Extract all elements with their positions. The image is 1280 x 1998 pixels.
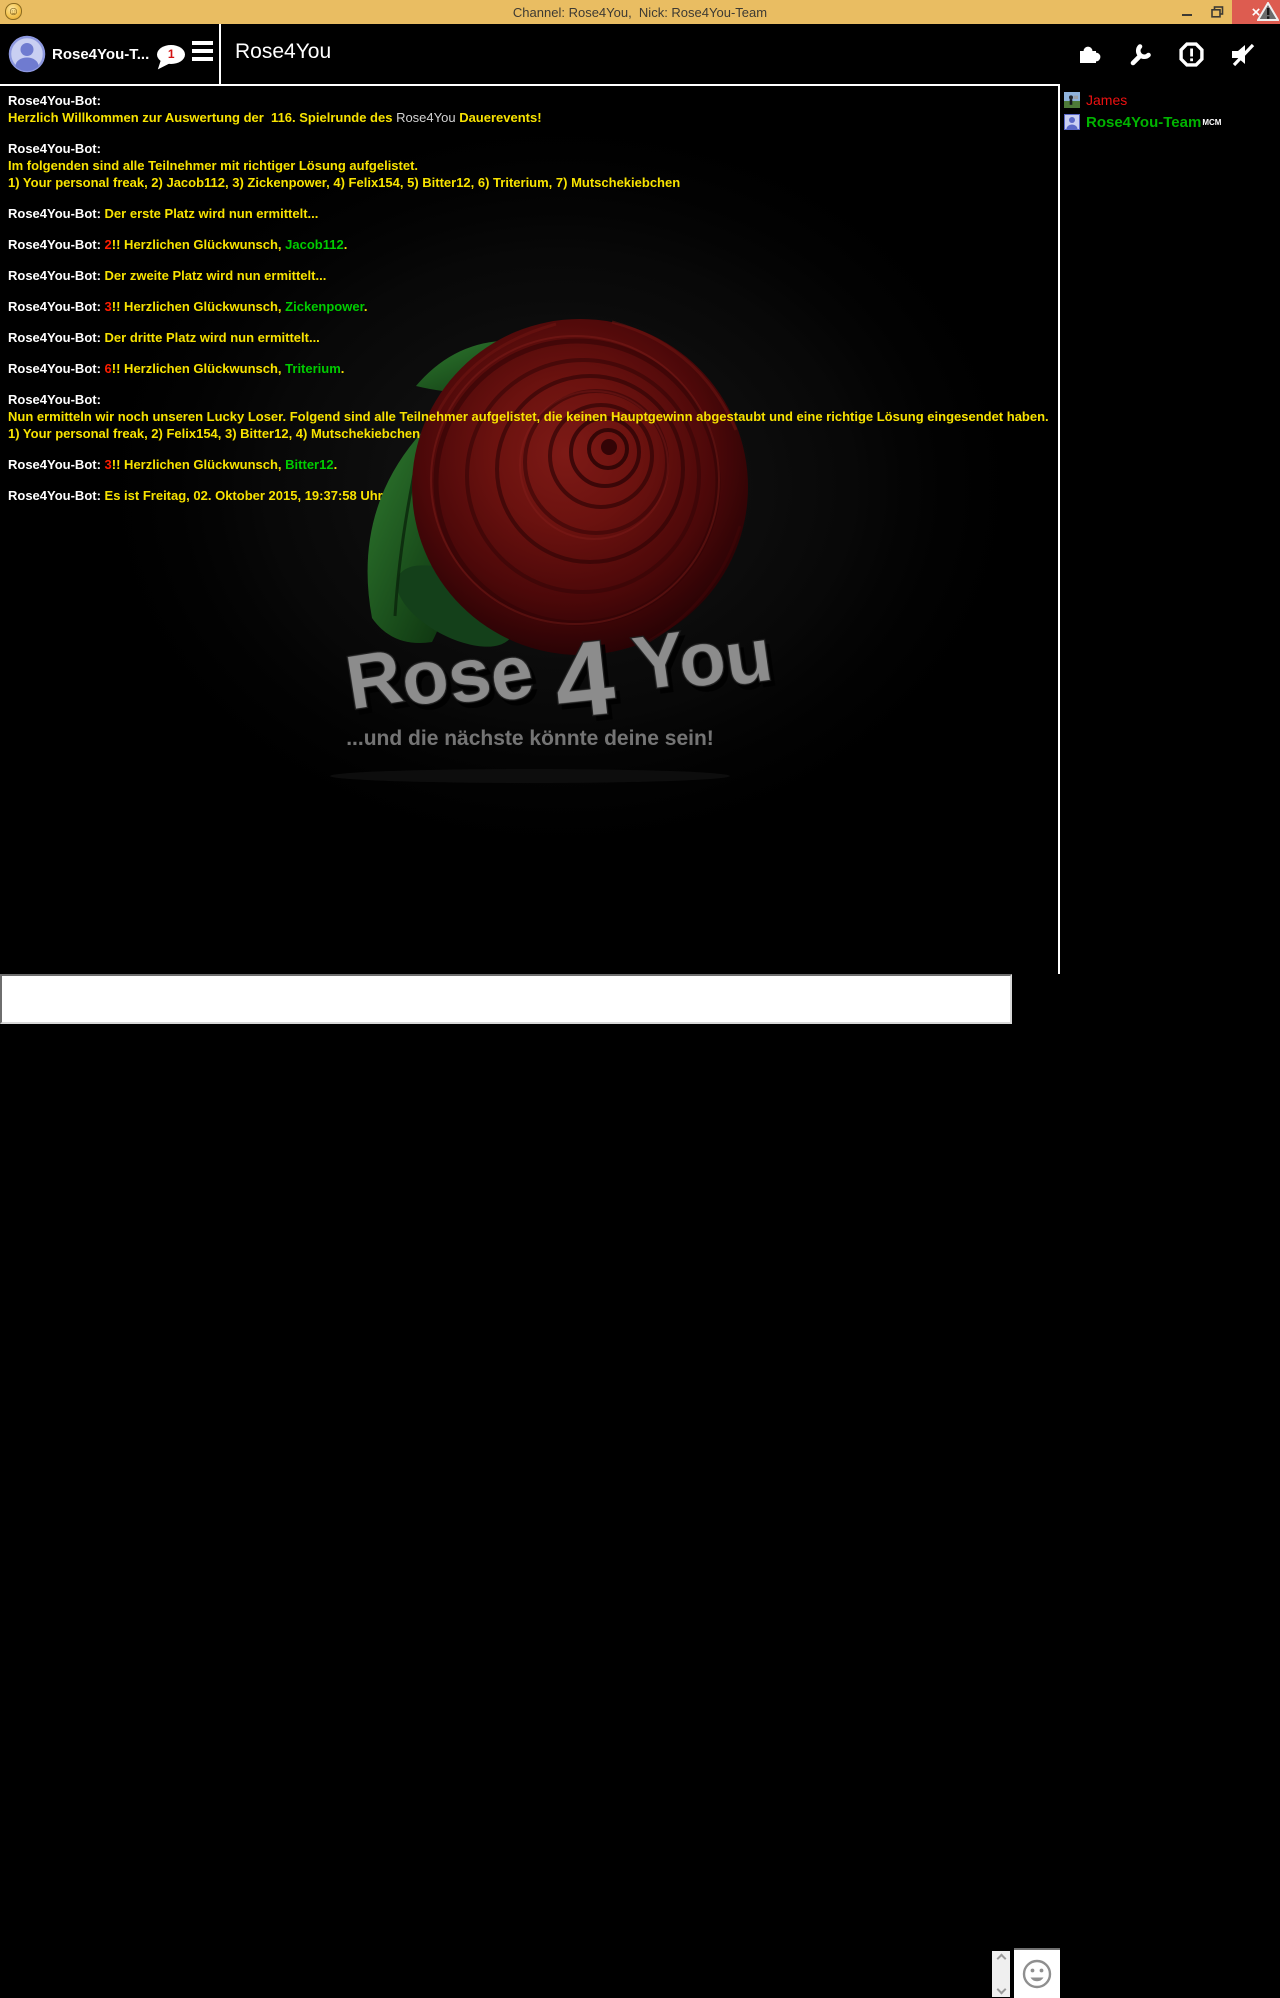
chat-message-list: Rose4You-Bot: Herzlich Willkommen zur Aus… [0, 86, 1058, 524]
chat-message: Rose4You-Bot: Der dritte Platz wird nun … [8, 329, 1050, 346]
chat-text-g: Zickenpower [285, 299, 364, 314]
chat-message: Rose4You-Bot: 6!! Herzlichen Glückwunsch… [8, 360, 1050, 377]
chat-text-y: Der erste Platz wird nun ermittelt... [105, 206, 319, 221]
chat-area: Rose 4 You ...und die nächste könnte dei… [0, 84, 1060, 974]
settings-wrench-icon[interactable] [1127, 41, 1154, 68]
chat-text-bot: Rose4You-Bot: [8, 330, 105, 345]
chat-text-g: Triterium [285, 361, 341, 376]
scroll-down-icon[interactable] [996, 1985, 1006, 1995]
chat-text-r: 2 [105, 237, 112, 252]
chat-text-plain: Rose4You [396, 110, 456, 125]
chat-text-bot: Rose4You-Bot: [8, 93, 101, 108]
profile-name[interactable]: Rose4You-T... [52, 46, 149, 63]
minimize-icon [1182, 14, 1192, 16]
chat-text-y: . [344, 237, 348, 252]
chat-text-bot: Rose4You-Bot: [8, 206, 105, 221]
chat-text-r: 3 [105, 299, 112, 314]
sound-muted-icon[interactable] [1229, 41, 1256, 68]
chat-text-bot: Rose4You-Bot: [8, 361, 105, 376]
profile-box: Rose4You-T... 1 [0, 24, 219, 84]
mcm-badge: MCM [1202, 118, 1221, 127]
chat-text-y: 1) Your personal freak, 2) Felix154, 3) … [8, 426, 420, 441]
unread-messages-bubble-icon[interactable]: 1 [157, 45, 185, 64]
unread-count-badge: 1 [168, 47, 175, 61]
chat-text-bot: Rose4You-Bot: [8, 268, 105, 283]
avatar[interactable] [8, 35, 46, 73]
chat-message: Rose4You-Bot: 2!! Herzlichen Glückwunsch… [8, 236, 1050, 253]
emoji-picker-button[interactable] [1014, 1948, 1060, 1998]
chat-text-g: Bitter12 [285, 457, 333, 472]
userlist-sidebar: James Rose4You-TeamMCM [1060, 84, 1280, 1024]
warning-triangle-icon [1257, 2, 1279, 21]
chat-text-y: !! Herzlichen Glückwunsch, [112, 361, 285, 376]
window-titlebar: ☺ Channel: Rose4You, Nick: Rose4You-Team… [0, 0, 1280, 24]
chat-text-r: 3 [105, 457, 112, 472]
chat-message: Rose4You-Bot: Im folgenden sind alle Teil… [8, 140, 1050, 191]
alert-octagon-icon[interactable] [1178, 41, 1205, 68]
app-smiley-icon: ☺ [5, 3, 22, 20]
restore-icon [1211, 6, 1224, 18]
window-title: Channel: Rose4You, Nick: Rose4You-Team [0, 5, 1280, 20]
chat-text-bot: Rose4You-Bot: [8, 488, 105, 503]
chat-text-y: Der zweite Platz wird nun ermittelt... [105, 268, 327, 283]
user-photo-avatar [1064, 92, 1080, 108]
chat-text-bot: Rose4You-Bot: [8, 299, 105, 314]
chat-text-bot: Rose4You-Bot: [8, 457, 105, 472]
smiley-icon [1021, 1958, 1053, 1990]
user-name: Rose4You-Team [1086, 114, 1201, 131]
scroll-up-icon[interactable] [996, 1954, 1006, 1964]
chat-text-bot: Rose4You-Bot: [8, 237, 105, 252]
chat-text-y: !! Herzlichen Glückwunsch, [112, 299, 285, 314]
chat-input[interactable] [0, 974, 1012, 1024]
channel-header: Rose4You-T... 1 Rose4You [0, 24, 1280, 84]
chat-message: Rose4You-Bot: Es ist Freitag, 02. Oktobe… [8, 487, 1050, 504]
chat-text-y: Nun ermitteln wir noch unseren Lucky Los… [8, 409, 1049, 424]
chat-message: Rose4You-Bot: Der erste Platz wird nun e… [8, 205, 1050, 222]
chat-text-y: Dauerevents! [456, 110, 542, 125]
logo-slogan: ...und die nächste könnte deine sein! [346, 727, 714, 750]
chat-text-y: Der dritte Platz wird nun ermittelt... [105, 330, 320, 345]
userlist-item-rose4you-team[interactable]: Rose4You-TeamMCM [1064, 111, 1276, 133]
message-input-row [0, 974, 1060, 1024]
apps-puzzle-icon[interactable] [1076, 41, 1103, 68]
menu-hamburger-icon[interactable] [192, 41, 214, 65]
chat-text-y: Es ist Freitag, 02. Oktober 2015, 19:37:… [105, 488, 383, 503]
chat-message: Rose4You-Bot: Der zweite Platz wird nun … [8, 267, 1050, 284]
user-default-avatar [1064, 114, 1080, 130]
header-divider [219, 24, 221, 84]
restore-button[interactable] [1202, 0, 1232, 24]
chat-text-y: !! Herzlichen Glückwunsch, [112, 457, 285, 472]
userlist-item-james[interactable]: James [1064, 89, 1276, 111]
chat-message: Rose4You-Bot: Nun ermitteln wir noch unse… [8, 391, 1050, 442]
header-toolbar [1076, 41, 1256, 68]
chat-message: Rose4You-Bot: 3!! Herzlichen Glückwunsch… [8, 456, 1050, 473]
chat-text-y: . [334, 457, 338, 472]
chat-message: Rose4You-Bot: Herzlich Willkommen zur Aus… [8, 92, 1050, 126]
chat-message: Rose4You-Bot: 3!! Herzlichen Glückwunsch… [8, 298, 1050, 315]
logo-text: Rose 4 You [340, 609, 779, 752]
chat-text-y: . [341, 361, 345, 376]
chat-text-y: Herzlich Willkommen zur Auswertung der 1… [8, 110, 396, 125]
minimize-button[interactable] [1172, 0, 1202, 24]
chat-text-g: Jacob112 [285, 237, 344, 252]
chat-text-bot: Rose4You-Bot: [8, 392, 101, 407]
chat-text-r: 6 [105, 361, 112, 376]
chat-text-y: !! Herzlichen Glückwunsch, [112, 237, 285, 252]
chat-text-bot: Rose4You-Bot: [8, 141, 101, 156]
input-scrollbar[interactable] [992, 1951, 1010, 1997]
chat-text-y: Im folgenden sind alle Teilnehmer mit ri… [8, 158, 418, 173]
channel-title: Rose4You [235, 40, 331, 64]
chat-text-y: 1) Your personal freak, 2) Jacob112, 3) … [8, 175, 680, 190]
user-name: James [1086, 92, 1127, 108]
chat-text-y: . [364, 299, 368, 314]
